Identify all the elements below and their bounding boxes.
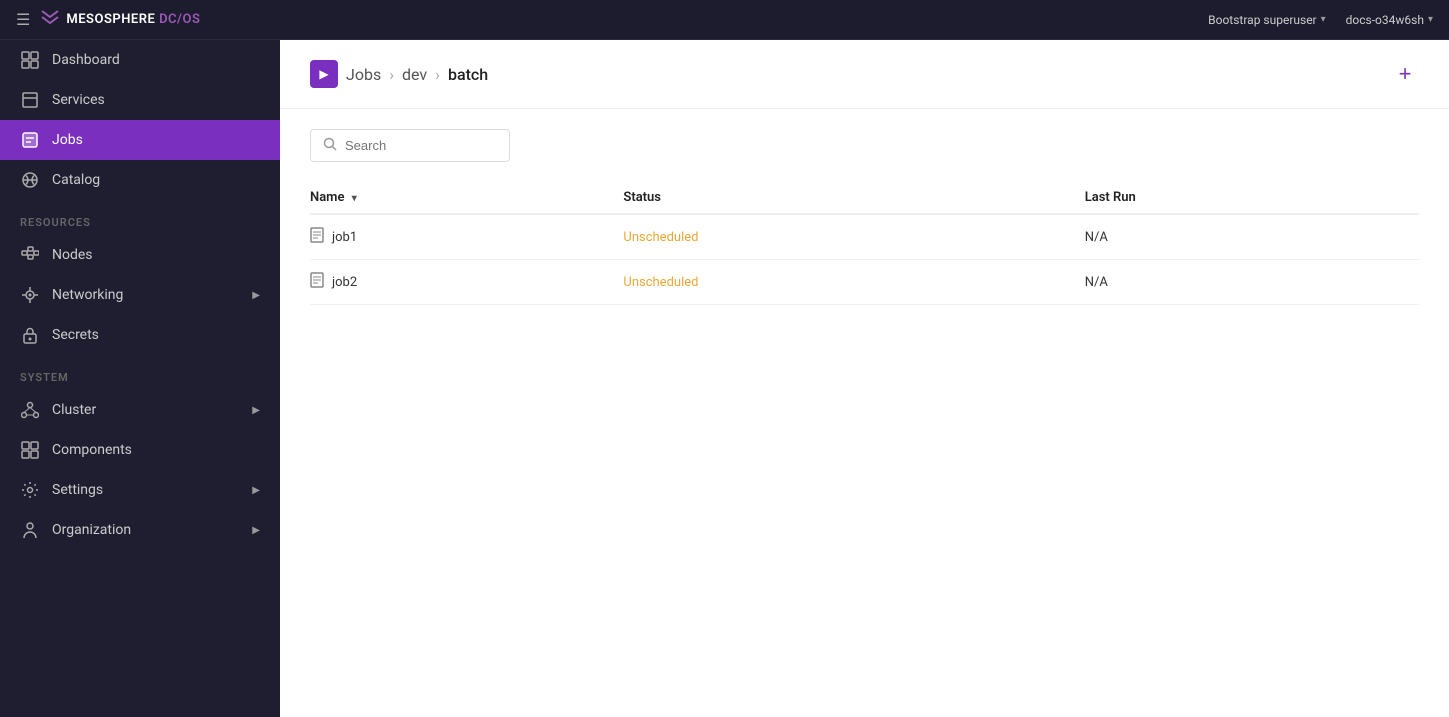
cluster-arrow-icon: ▶: [252, 405, 260, 416]
system-section-label: System: [0, 355, 280, 390]
catalog-icon: [20, 170, 40, 190]
networking-arrow-icon: ▶: [252, 290, 260, 301]
table-area: Name ▾ Status Last Run: [280, 109, 1449, 325]
sidebar-item-components[interactable]: Components: [0, 430, 280, 470]
sidebar-item-secrets[interactable]: Secrets: [0, 315, 280, 355]
sidebar-components-label: Components: [52, 442, 260, 458]
job-name: job1: [332, 230, 357, 245]
logo-text: MESOSPHERE DC/OS: [66, 12, 200, 27]
secrets-icon: [20, 325, 40, 345]
nodes-icon: [20, 245, 40, 265]
sort-arrow-icon: ▾: [352, 193, 357, 204]
user-name: Bootstrap superuser: [1208, 13, 1317, 27]
column-status: Status: [623, 182, 1084, 214]
sidebar-item-nodes[interactable]: Nodes: [0, 235, 280, 275]
job-name-cell: job2: [310, 260, 623, 305]
settings-arrow-icon: ▶: [252, 485, 260, 496]
breadcrumb-sep-2: ›: [435, 65, 440, 84]
breadcrumb-batch[interactable]: batch: [448, 65, 488, 84]
add-button[interactable]: +: [1391, 60, 1419, 88]
job-last-run: N/A: [1085, 214, 1419, 260]
sidebar: Dashboard Services Jobs: [0, 40, 280, 717]
job-file-icon: [310, 272, 324, 292]
job-status: Unscheduled: [623, 260, 1084, 305]
sidebar-settings-label: Settings: [52, 482, 240, 498]
cluster-icon: [20, 400, 40, 420]
logo-icon: [40, 9, 60, 30]
table-row[interactable]: job1 Unscheduled N/A: [310, 214, 1419, 260]
job-status: Unscheduled: [623, 214, 1084, 260]
main-content: ▶ Jobs › dev › batch +: [280, 40, 1449, 717]
dashboard-icon: [20, 50, 40, 70]
sidebar-dashboard-label: Dashboard: [52, 52, 260, 68]
breadcrumb-icon: ▶: [310, 60, 338, 88]
job-name-cell: job1: [310, 214, 623, 260]
search-icon: [323, 136, 337, 155]
networking-icon: [20, 285, 40, 305]
user-chevron-icon: ▾: [1321, 14, 1326, 25]
host-chevron-icon: ▾: [1428, 14, 1433, 25]
sidebar-item-networking[interactable]: Networking ▶: [0, 275, 280, 315]
user-menu[interactable]: Bootstrap superuser ▾: [1208, 13, 1326, 27]
job-file-icon: [310, 227, 324, 247]
sidebar-organization-label: Organization: [52, 522, 240, 538]
breadcrumb-dev[interactable]: dev: [402, 65, 427, 84]
search-box: [310, 129, 510, 162]
navbar: ☰ MESOSPHERE DC/OS Bootstrap superuser ▾…: [0, 0, 1449, 40]
organization-icon: [20, 520, 40, 540]
sidebar-item-settings[interactable]: Settings ▶: [0, 470, 280, 510]
table-row[interactable]: job2 Unscheduled N/A: [310, 260, 1419, 305]
sidebar-networking-label: Networking: [52, 287, 240, 303]
host-name: docs-o34w6sh: [1346, 13, 1424, 27]
job-name: job2: [332, 275, 357, 290]
sidebar-nodes-label: Nodes: [52, 247, 260, 263]
settings-icon: [20, 480, 40, 500]
search-input[interactable]: [345, 138, 497, 153]
breadcrumb: ▶ Jobs › dev › batch: [310, 60, 488, 88]
sidebar-item-dashboard[interactable]: Dashboard: [0, 40, 280, 80]
breadcrumb-jobs[interactable]: Jobs: [346, 65, 381, 84]
navbar-left: ☰ MESOSPHERE DC/OS: [16, 9, 200, 30]
jobs-icon: [20, 130, 40, 150]
services-icon: [20, 90, 40, 110]
host-menu[interactable]: docs-o34w6sh ▾: [1346, 13, 1433, 27]
sidebar-jobs-label: Jobs: [52, 132, 260, 148]
sidebar-cluster-label: Cluster: [52, 402, 240, 418]
sidebar-secrets-label: Secrets: [52, 327, 260, 343]
column-name[interactable]: Name ▾: [310, 182, 623, 214]
main-layout: Dashboard Services Jobs: [0, 40, 1449, 717]
sidebar-item-catalog[interactable]: Catalog: [0, 160, 280, 200]
breadcrumb-bar: ▶ Jobs › dev › batch +: [280, 40, 1449, 109]
sidebar-item-organization[interactable]: Organization ▶: [0, 510, 280, 550]
sidebar-catalog-label: Catalog: [52, 172, 260, 188]
column-last-run: Last Run: [1085, 182, 1419, 214]
navbar-right: Bootstrap superuser ▾ docs-o34w6sh ▾: [1208, 13, 1433, 27]
components-icon: [20, 440, 40, 460]
sidebar-services-label: Services: [52, 92, 260, 108]
sidebar-item-cluster[interactable]: Cluster ▶: [0, 390, 280, 430]
resources-section-label: Resources: [0, 200, 280, 235]
breadcrumb-sep-1: ›: [389, 65, 394, 84]
hamburger-icon[interactable]: ☰: [16, 10, 30, 29]
sidebar-item-services[interactable]: Services: [0, 80, 280, 120]
logo: MESOSPHERE DC/OS: [40, 9, 200, 30]
sidebar-item-jobs[interactable]: Jobs: [0, 120, 280, 160]
jobs-table: Name ▾ Status Last Run: [310, 182, 1419, 305]
job-last-run: N/A: [1085, 260, 1419, 305]
organization-arrow-icon: ▶: [252, 525, 260, 536]
